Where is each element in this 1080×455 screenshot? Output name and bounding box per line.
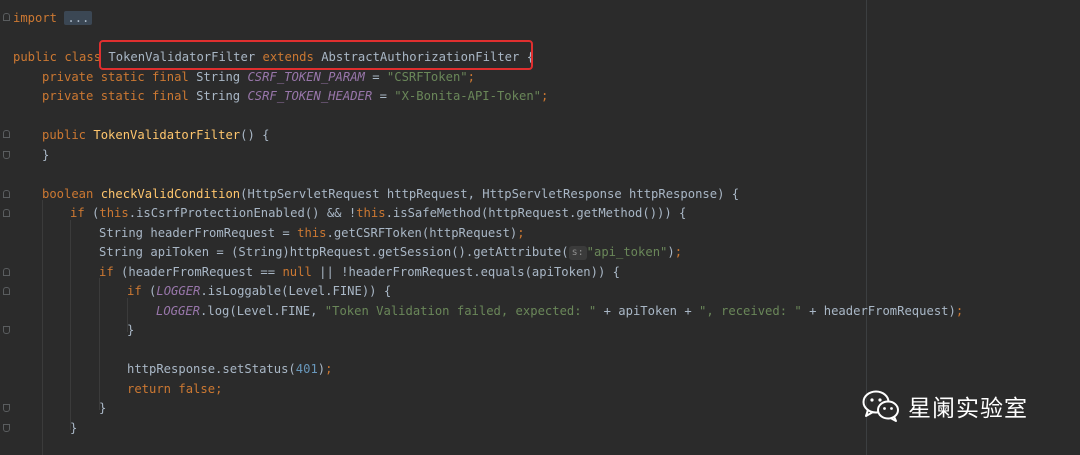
code-text: ( xyxy=(84,206,100,220)
method-name: checkValidCondition xyxy=(100,187,241,201)
semicolon: ; xyxy=(517,226,525,240)
keyword: if xyxy=(127,284,142,298)
semicolon: ; xyxy=(467,70,475,84)
fold-end-icon[interactable] xyxy=(3,424,10,432)
constructor-name: TokenValidatorFilter xyxy=(93,128,241,142)
keyword: if xyxy=(99,265,114,279)
code-text: .isLoggable(Level.FINE)) { xyxy=(200,284,392,298)
code-line-22: } xyxy=(70,419,77,439)
code-text: .log(Level.FINE, xyxy=(200,304,325,318)
modifiers: private static final xyxy=(42,70,189,84)
code-line-21: } xyxy=(99,399,106,419)
return-statement: return false xyxy=(127,382,216,396)
semicolon: ; xyxy=(215,382,223,396)
fold-toggle-icon[interactable] xyxy=(3,287,10,295)
constant-name: LOGGER xyxy=(156,304,201,318)
keyword: boolean xyxy=(42,187,94,201)
code-text: () { xyxy=(240,128,270,142)
semicolon: ; xyxy=(325,362,333,376)
code-text: String apiToken = (String)httpRequest.ge… xyxy=(99,245,569,259)
keyword: this xyxy=(297,226,327,240)
semicolon: ; xyxy=(955,304,964,318)
parameter-hint: s: xyxy=(568,246,587,260)
fold-toggle-icon[interactable] xyxy=(3,209,10,217)
constant-name: CSRF_TOKEN_HEADER xyxy=(247,89,373,103)
code-line-10: boolean checkValidCondition(HttpServletR… xyxy=(42,185,739,205)
brace: } xyxy=(70,421,78,435)
code-text: || !headerFromRequest.equals(apiToken)) … xyxy=(311,265,620,279)
code-line-5: private static final String CSRF_TOKEN_H… xyxy=(42,87,548,107)
fold-toggle-icon[interactable] xyxy=(3,190,10,198)
fold-toggle-icon[interactable] xyxy=(3,130,10,138)
code-line-4: private static final String CSRF_TOKEN_P… xyxy=(42,68,475,88)
code-text: .isSafeMethod(httpRequest.getMethod())) … xyxy=(385,206,687,220)
semicolon: ; xyxy=(674,245,683,259)
code-line-20: return false; xyxy=(127,380,222,400)
string-literal: "X-Bonita-API-Token" xyxy=(394,89,541,103)
keyword: null xyxy=(282,265,312,279)
watermark-text: 星阑实验室 xyxy=(908,396,1028,422)
watermark: 星阑实验室 xyxy=(862,388,1028,424)
code-text: (headerFromRequest == xyxy=(113,265,283,279)
type: String xyxy=(196,89,241,103)
editor-gutter xyxy=(0,0,13,455)
operator: = xyxy=(372,70,380,84)
code-line-7: public TokenValidatorFilter() { xyxy=(42,126,269,146)
semicolon: ; xyxy=(541,89,549,103)
code-line-19: httpResponse.setStatus(401); xyxy=(127,360,332,380)
code-line-8: } xyxy=(42,146,49,166)
string-literal: "Token Validation failed, expected: " xyxy=(324,304,597,318)
code-text: + apiToken + xyxy=(596,304,700,318)
fold-toggle-icon[interactable] xyxy=(3,268,10,276)
brace: } xyxy=(99,401,107,415)
keyword: if xyxy=(70,206,85,220)
keyword: public xyxy=(13,50,58,64)
red-highlight-annotation xyxy=(99,40,533,70)
string-literal: "api_token" xyxy=(586,245,668,259)
operator: = xyxy=(379,89,387,103)
fold-toggle-icon[interactable] xyxy=(3,13,10,21)
code-line-11: if (this.isCsrfProtectionEnabled() && !t… xyxy=(70,204,686,224)
code-text: + headerFromRequest) xyxy=(801,304,956,318)
constant-name: LOGGER xyxy=(156,284,201,298)
code-text: ) xyxy=(667,245,675,259)
code-line-14: if (headerFromRequest == null || !header… xyxy=(99,263,620,283)
constant-name: CSRF_TOKEN_PARAM xyxy=(247,70,365,84)
type: String xyxy=(196,70,241,84)
brace: } xyxy=(127,323,135,337)
code-line-1: import ... xyxy=(13,9,93,29)
code-line-16: LOGGER.log(Level.FINE, "Token Validation… xyxy=(156,302,963,322)
code-text: httpResponse.setStatus( xyxy=(127,362,296,376)
code-line-17: } xyxy=(127,321,134,341)
string-literal: ", received: " xyxy=(699,304,802,318)
brace: } xyxy=(42,148,50,162)
import-keyword: import xyxy=(13,11,58,25)
number-literal: 401 xyxy=(295,362,318,376)
code-line-13: String apiToken = (String)httpRequest.ge… xyxy=(99,243,682,263)
code-text: .getCSRFToken(httpRequest) xyxy=(326,226,518,240)
string-literal: "CSRFToken" xyxy=(386,70,468,84)
code-text: (HttpServletRequest httpRequest, HttpSer… xyxy=(240,187,740,201)
code-line-15: if (LOGGER.isLoggable(Level.FINE)) { xyxy=(127,282,391,302)
keyword: class xyxy=(64,50,102,64)
code-text: ( xyxy=(141,284,157,298)
keyword: this xyxy=(99,206,129,220)
code-line-12: String headerFromRequest = this.getCSRFT… xyxy=(99,224,525,244)
modifiers: private static final xyxy=(42,89,189,103)
fold-end-icon[interactable] xyxy=(3,404,10,412)
fold-end-icon[interactable] xyxy=(3,326,10,334)
folded-imports[interactable]: ... xyxy=(64,11,93,25)
keyword: public xyxy=(42,128,87,142)
fold-end-icon[interactable] xyxy=(3,151,10,159)
keyword: this xyxy=(356,206,386,220)
code-text: .isCsrfProtectionEnabled() && ! xyxy=(128,206,357,220)
code-text: String headerFromRequest = xyxy=(99,226,298,240)
wechat-icon xyxy=(862,390,899,422)
